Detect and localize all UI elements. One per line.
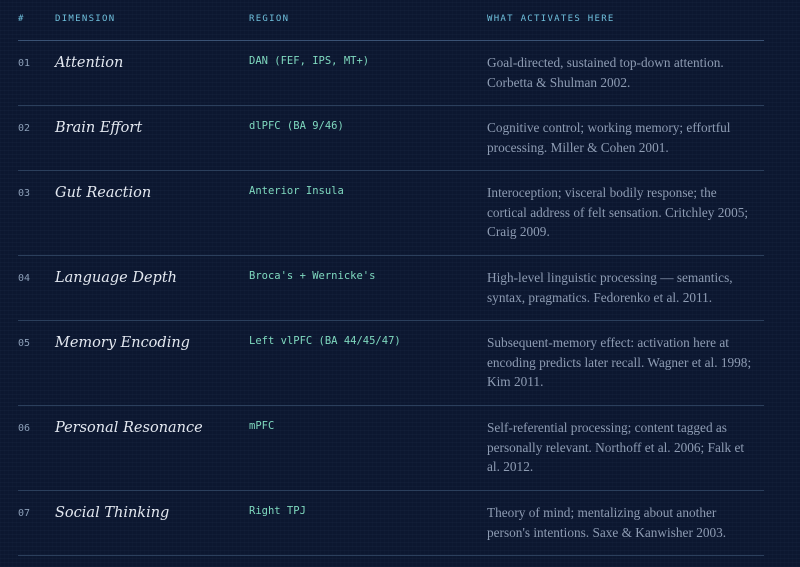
row-activates: Goal-directed, sustained top-down attent… <box>487 55 724 90</box>
row-region: Broca's + Wernicke's <box>249 270 376 282</box>
row-dimension: Attention <box>55 55 124 71</box>
row-region: mPFC <box>249 420 275 432</box>
row-region: Right TPJ <box>249 505 306 517</box>
row-dimension: Language Depth <box>55 270 178 286</box>
row-dimension: Memory Encoding <box>55 335 190 351</box>
row-activates: Theory of mind; mentalizing about anothe… <box>487 505 727 540</box>
table-row: 06 Personal Resonance mPFC Self-referent… <box>18 406 764 491</box>
row-number: 04 <box>18 273 31 284</box>
row-activates: Cognitive control; working memory; effor… <box>487 120 731 155</box>
row-number: 06 <box>18 423 31 434</box>
row-region: dlPFC (BA 9/46) <box>249 120 344 132</box>
row-number: 05 <box>18 338 31 349</box>
row-number: 07 <box>18 508 31 519</box>
row-activates: High-level linguistic processing — seman… <box>487 270 733 305</box>
row-region: Left vlPFC (BA 44/45/47) <box>249 335 401 347</box>
row-activates: Self-referential processing; content tag… <box>487 420 745 474</box>
row-number: 03 <box>18 188 31 199</box>
row-activates: Subsequent-memory effect: activation her… <box>487 335 752 389</box>
table-row: 02 Brain Effort dlPFC (BA 9/46) Cognitiv… <box>18 106 764 171</box>
table-row: 01 Attention DAN (FEF, IPS, MT+) Goal-di… <box>18 41 764 106</box>
row-region: Anterior Insula <box>249 185 344 197</box>
header-dimension: DIMENSION <box>55 14 116 24</box>
row-region: DAN (FEF, IPS, MT+) <box>249 55 370 67</box>
row-dimension: Gut Reaction <box>55 185 152 201</box>
header-activates: WHAT ACTIVATES HERE <box>487 14 615 24</box>
table-row: 05 Memory Encoding Left vlPFC (BA 44/45/… <box>18 321 764 406</box>
row-dimension: Brain Effort <box>55 120 143 136</box>
header-region: REGION <box>249 14 290 24</box>
row-activates: Interoception; visceral bodily response;… <box>487 185 749 239</box>
table-row: 03 Gut Reaction Anterior Insula Interoce… <box>18 171 764 256</box>
row-dimension: Social Thinking <box>55 505 170 521</box>
table-header: # DIMENSION REGION WHAT ACTIVATES HERE <box>18 0 764 41</box>
header-number: # <box>18 14 25 24</box>
row-dimension: Personal Resonance <box>55 420 203 436</box>
row-number: 01 <box>18 58 31 69</box>
table-row: 04 Language Depth Broca's + Wernicke's H… <box>18 256 764 321</box>
table-row: 07 Social Thinking Right TPJ Theory of m… <box>18 491 764 556</box>
dimension-table: # DIMENSION REGION WHAT ACTIVATES HERE 0… <box>18 0 764 556</box>
row-number: 02 <box>18 123 31 134</box>
